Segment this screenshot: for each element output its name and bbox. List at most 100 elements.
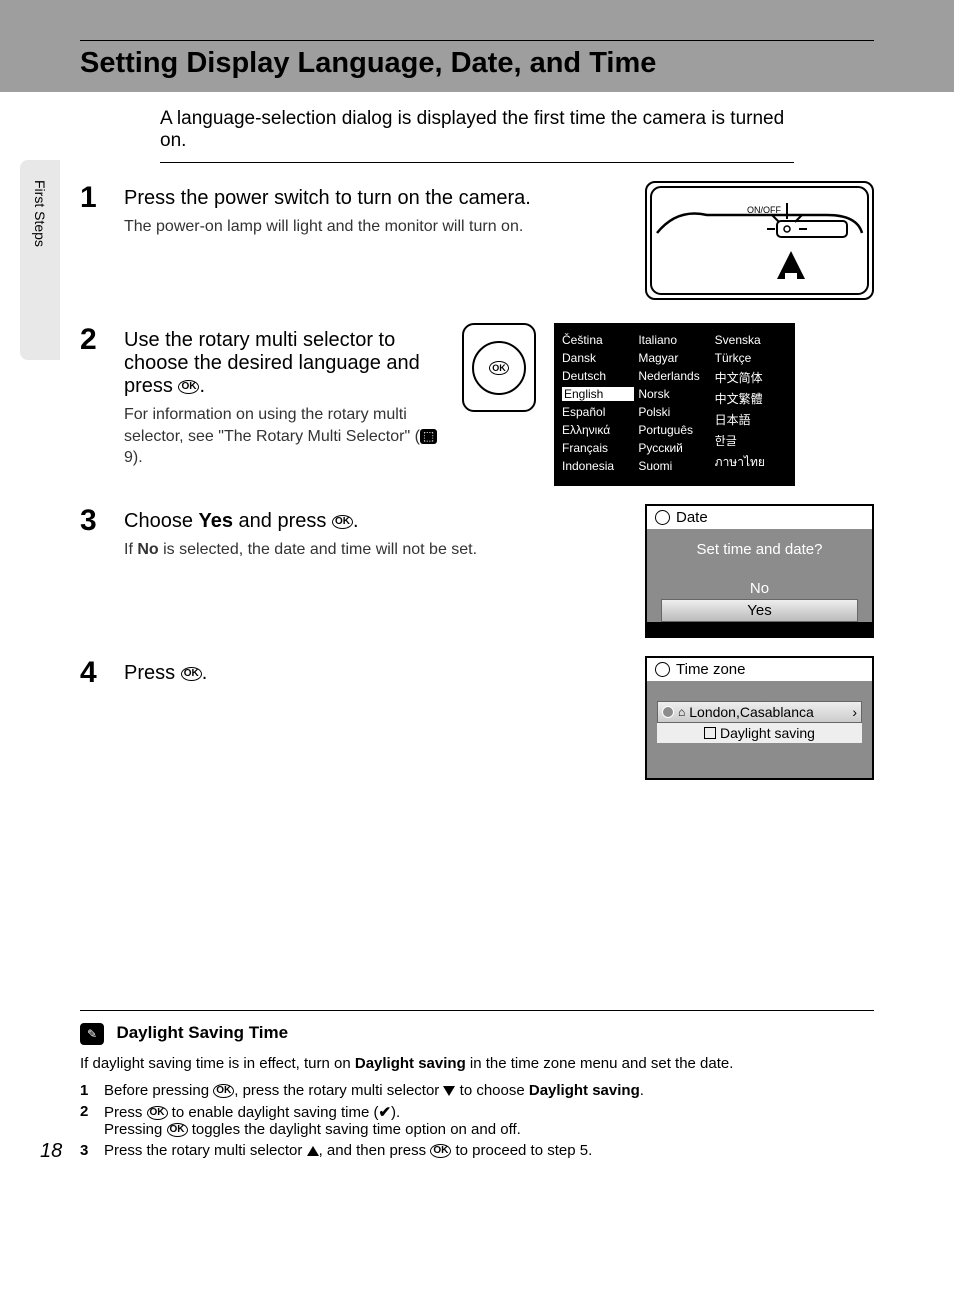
lang-item: 中文繁體 (715, 390, 787, 407)
lang-item: Português (638, 423, 710, 437)
clock-icon (655, 510, 670, 525)
dialog-option-yes: Yes (661, 599, 858, 622)
daylight-saving-row: Daylight saving (657, 723, 862, 743)
lang-item: Nederlands (638, 369, 710, 383)
text: Pressing (104, 1121, 167, 1138)
step-2: 2 Use the rotary multi selector to choos… (80, 323, 874, 486)
note-title: Daylight Saving Time (116, 1023, 288, 1042)
triangle-up-icon (307, 1146, 319, 1156)
lang-item: Norsk (638, 387, 710, 401)
intro-text: A language-selection dialog is displayed… (160, 92, 794, 163)
step-title: Press the power switch to turn on the ca… (124, 187, 627, 210)
ok-icon: OK (147, 1106, 168, 1120)
step-note: If No is selected, the date and time wil… (124, 539, 627, 561)
step-number: 3 (80, 504, 106, 538)
lang-item: ภาษาไทย (715, 453, 787, 472)
sublist-number: 3 (80, 1142, 96, 1159)
step-number: 1 (80, 181, 106, 215)
note-paragraph: If daylight saving time is in effect, tu… (80, 1055, 874, 1072)
title-band: Setting Display Language, Date, and Time (0, 40, 954, 92)
section-tab: First Steps (20, 160, 60, 360)
lang-item: 中文简体 (715, 369, 787, 386)
text: . (353, 510, 359, 532)
text: Before pressing (104, 1082, 213, 1099)
timezone-location-row: ⌂ London,Casablanca › (657, 701, 862, 723)
step-note: For information on using the rotary mult… (124, 404, 444, 469)
dialog-prompt: Set time and date? (647, 541, 872, 558)
text: . (202, 662, 208, 684)
dialog-option-no: No (661, 578, 858, 599)
sublist-row: 2 Press OK to enable daylight saving tim… (80, 1103, 874, 1138)
page-title: Setting Display Language, Date, and Time (80, 40, 874, 90)
step-note: The power-on lamp will light and the mon… (124, 216, 544, 238)
text: If daylight saving time is in effect, tu… (80, 1055, 355, 1072)
text: If (124, 541, 137, 558)
text: For information on using the rotary mult… (124, 406, 420, 445)
section-tab-label: First Steps (32, 180, 48, 247)
dialog-title: Date (676, 509, 708, 526)
lang-item: Svenska (715, 333, 787, 347)
checkbox-icon (704, 727, 716, 739)
ok-icon: OK (332, 515, 353, 529)
timezone-dialog: Time zone ⌂ London,Casablanca › Daylight… (645, 656, 874, 780)
target-icon (662, 706, 674, 718)
note-heading: ✎ Daylight Saving Time (80, 1023, 874, 1045)
sublist-row: 1 Before pressing OK, press the rotary m… (80, 1082, 874, 1099)
ok-icon: OK (181, 667, 202, 681)
text: to proceed to step 5. (451, 1142, 592, 1159)
text: Press (124, 662, 181, 684)
lang-item-selected: English (562, 387, 634, 401)
lang-item: Ελληνικά (562, 423, 634, 437)
lang-item: 日本語 (715, 411, 787, 428)
text: 9). (124, 449, 143, 466)
step-number: 2 (80, 323, 106, 357)
text: ). (391, 1104, 400, 1121)
rotary-dial-illustration: OK (462, 323, 536, 412)
lang-item: Dansk (562, 351, 634, 365)
check-icon: ✔ (378, 1104, 391, 1121)
text: and press (233, 510, 332, 532)
ok-icon: OK (167, 1123, 188, 1137)
step-title: Choose Yes and press OK. (124, 510, 627, 533)
step-1: 1 Press the power switch to turn on the … (80, 181, 874, 305)
text: Use the rotary multi selector to choose … (124, 329, 420, 397)
lang-item: Español (562, 405, 634, 419)
chevron-right-icon: › (852, 704, 857, 720)
step-3: 3 Choose Yes and press OK. If No is sele… (80, 504, 874, 638)
triangle-down-icon (443, 1086, 455, 1096)
sublist-number: 1 (80, 1082, 96, 1099)
daylight-label: Daylight saving (720, 725, 815, 741)
text: in the time zone menu and set the date. (466, 1055, 734, 1072)
text: to enable daylight saving time ( (168, 1104, 379, 1121)
lang-item: Polski (638, 405, 710, 419)
clock-icon (655, 662, 670, 677)
lang-item: Русский (638, 441, 710, 455)
lang-item: 한글 (715, 432, 787, 449)
step-4: 4 Press OK. Time zone ⌂ London,Casablanc… (80, 656, 874, 780)
text-bold: Yes (199, 510, 233, 532)
lang-item: Français (562, 441, 634, 455)
step-title: Use the rotary multi selector to choose … (124, 329, 444, 398)
page-top-gray (0, 0, 954, 40)
page-number: 18 (40, 1140, 62, 1163)
text-bold: Daylight saving (529, 1082, 640, 1099)
dial-ok-label: OK (489, 361, 509, 375)
text: Press the rotary multi selector (104, 1142, 307, 1159)
lang-item: Suomi (638, 459, 710, 473)
lang-item: Čeština (562, 333, 634, 347)
sublist-number: 2 (80, 1103, 96, 1138)
ok-icon: OK (178, 380, 199, 394)
sublist-row: 18 3 Press the rotary multi selector , a… (80, 1142, 874, 1159)
camera-illustration: ON/OFF (645, 181, 874, 305)
text-bold: No (137, 541, 158, 558)
lang-item: Indonesia (562, 459, 634, 473)
separator (80, 1010, 874, 1011)
step-title: Press OK. (124, 662, 627, 685)
date-dialog: Date Set time and date? No Yes (645, 504, 874, 638)
lang-item: Magyar (638, 351, 710, 365)
lang-item: Türkçe (715, 351, 787, 365)
step-number: 4 (80, 656, 106, 690)
note-icon: ✎ (80, 1023, 104, 1045)
content: First Steps A language-selection dialog … (80, 92, 874, 1159)
text: , press the rotary multi selector (234, 1082, 443, 1099)
